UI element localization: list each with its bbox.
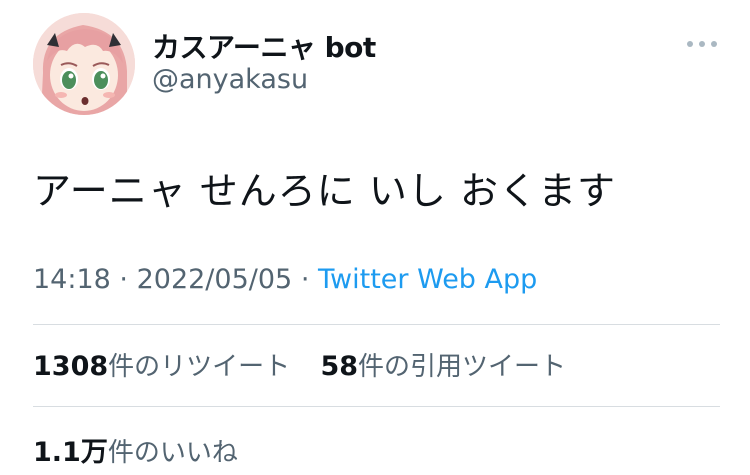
divider [33, 406, 720, 407]
retweets-stat[interactable]: 1308件のリツイート [33, 351, 298, 382]
more-dots-icon [687, 41, 717, 47]
meta-separator: · [119, 264, 128, 295]
quote-label: 件の引用ツイート [358, 352, 567, 382]
like-label: 件のいいね [107, 438, 238, 468]
tweet-meta: 14:18 · 2022/05/05 · Twitter Web App [33, 264, 537, 295]
more-options-button[interactable] [682, 34, 722, 54]
display-name[interactable]: カスアーニャ bot [152, 26, 376, 66]
tweet-detail: カスアーニャ bot @anyakasu アーニャ せんろに いし おくます 1… [0, 0, 750, 475]
likes-stat[interactable]: 1.1万件のいいね [33, 437, 238, 468]
avatar[interactable] [33, 13, 135, 115]
tweet-text: アーニャ せんろに いし おくます [33, 169, 616, 213]
quote-count: 58 [320, 351, 359, 382]
like-count: 1.1万 [33, 437, 108, 468]
tweet-source-link[interactable]: Twitter Web App [318, 264, 537, 295]
likes-stats: 1.1万件のいいね [33, 430, 260, 469]
tweet-date[interactable]: 2022/05/05 [137, 264, 293, 295]
retweet-label: 件のリツイート [108, 352, 291, 382]
tweet-time[interactable]: 14:18 [33, 264, 111, 295]
user-handle[interactable]: @anyakasu [152, 64, 308, 95]
engagement-stats: 1308件のリツイート 58件の引用ツイート [33, 346, 588, 383]
divider [33, 324, 720, 325]
retweet-count: 1308 [33, 351, 109, 382]
quotes-stat[interactable]: 58件の引用ツイート [320, 351, 567, 382]
anime-girl-avatar-icon [33, 13, 135, 115]
